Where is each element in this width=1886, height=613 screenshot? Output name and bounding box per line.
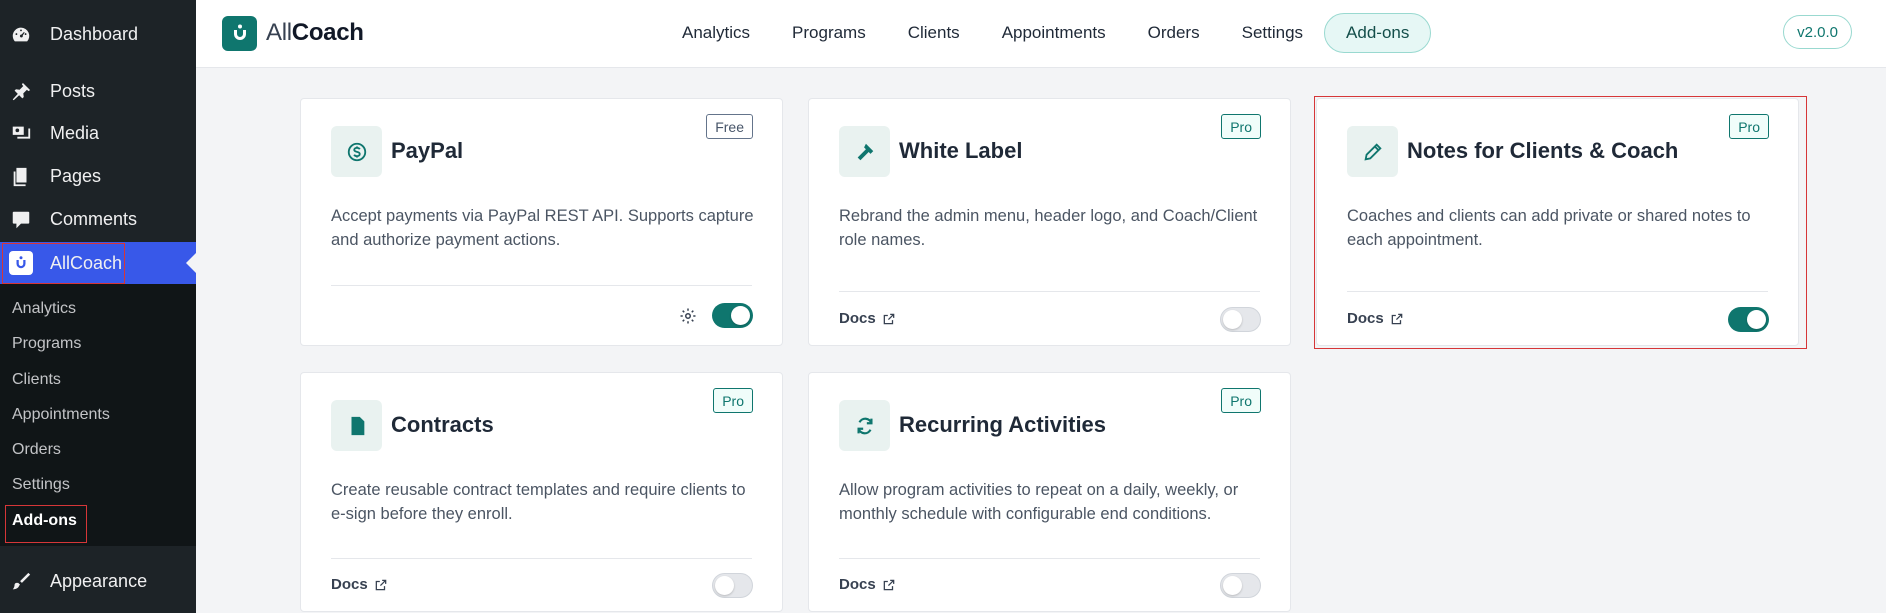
external-link-icon: [375, 579, 386, 590]
card-divider: [839, 558, 1260, 559]
brand-name: AllCoach: [266, 19, 364, 46]
highlight-box-notes-card: [1314, 96, 1807, 349]
addon-enable-toggle[interactable]: [712, 573, 753, 598]
plugin-header: AllCoach Analytics Programs Clients Appo…: [196, 0, 1886, 68]
submenu-appointments[interactable]: Appointments: [12, 406, 110, 424]
wp-menu-posts[interactable]: Posts: [0, 70, 196, 113]
version-badge: v2.0.0: [1783, 15, 1852, 49]
highlight-box-add-ons: [5, 505, 87, 543]
external-link-icon: [883, 579, 894, 590]
nav-appointments[interactable]: Appointments: [981, 13, 1127, 53]
addon-description: Create reusable contract templates and r…: [331, 481, 746, 523]
gear-icon[interactable]: [679, 307, 697, 325]
hammer-icon: [839, 126, 890, 177]
wp-menu-media[interactable]: Media: [0, 112, 196, 155]
pages-icon: [8, 164, 34, 190]
addon-card-paypal: PayPal Free Accept payments via PayPal R…: [300, 98, 783, 346]
addon-card-recurring-activities: Recurring Activities Pro Allow program a…: [808, 372, 1291, 612]
addon-enable-toggle[interactable]: [712, 303, 753, 328]
nav-settings[interactable]: Settings: [1221, 13, 1324, 53]
addon-enable-toggle[interactable]: [1220, 573, 1261, 598]
addon-tier-badge: Pro: [1221, 388, 1261, 413]
addon-title: Contracts: [391, 412, 494, 437]
wp-menu-label: Dashboard: [50, 24, 139, 44]
highlight-box-allcoach: [2, 243, 125, 284]
docs-link[interactable]: Docs: [331, 576, 388, 593]
addon-enable-toggle[interactable]: [1220, 307, 1261, 332]
nav-orders[interactable]: Orders: [1127, 13, 1221, 53]
plugin-nav: Analytics Programs Clients Appointments …: [661, 12, 1432, 54]
wp-menu-label: Comments: [50, 209, 138, 229]
allcoach-logo-icon: [222, 15, 257, 51]
wp-menu-comments[interactable]: Comments: [0, 198, 196, 241]
nav-programs[interactable]: Programs: [771, 13, 887, 53]
addon-tier-badge: Free: [706, 114, 753, 139]
docs-link[interactable]: Docs: [839, 576, 896, 593]
document-icon: [331, 400, 382, 451]
docs-link[interactable]: Docs: [839, 310, 896, 327]
addon-tier-badge: Pro: [713, 388, 753, 413]
brand-logo[interactable]: AllCoach: [222, 15, 364, 51]
nav-analytics[interactable]: Analytics: [661, 13, 771, 53]
addon-tier-badge: Pro: [1221, 114, 1261, 139]
submenu-programs[interactable]: Programs: [12, 335, 81, 353]
addon-description: Allow program activities to repeat on a …: [839, 481, 1239, 523]
pushpin-icon: [8, 79, 34, 105]
card-divider: [331, 558, 752, 559]
wp-menu-appearance[interactable]: Appearance: [0, 560, 196, 603]
external-link-icon: [883, 313, 894, 324]
wp-menu-label: Pages: [50, 166, 102, 186]
addon-title: White Label: [899, 138, 1023, 163]
addon-description: Rebrand the admin menu, header logo, and…: [839, 207, 1258, 249]
wp-menu-pages[interactable]: Pages: [0, 155, 196, 198]
card-divider: [839, 291, 1260, 292]
card-divider: [331, 285, 752, 286]
nav-add-ons[interactable]: Add-ons: [1324, 13, 1432, 53]
addon-card-contracts: Contracts Pro Create reusable contract t…: [300, 372, 783, 612]
wp-menu-label: Appearance: [50, 571, 148, 591]
submenu-clients[interactable]: Clients: [12, 371, 61, 389]
paintbrush-icon: [8, 569, 34, 595]
nav-clients[interactable]: Clients: [887, 13, 981, 53]
wp-menu-label: Media: [50, 123, 100, 143]
refresh-icon: [839, 400, 890, 451]
addon-title: PayPal: [391, 138, 464, 163]
submenu-settings[interactable]: Settings: [12, 476, 70, 494]
comment-bubble-icon: [8, 207, 34, 233]
submenu-analytics[interactable]: Analytics: [12, 300, 76, 318]
media-icon: [8, 121, 34, 147]
addon-card-white-label: White Label Pro Rebrand the admin menu, …: [808, 98, 1291, 346]
submenu-orders[interactable]: Orders: [12, 441, 61, 459]
addon-description: Accept payments via PayPal REST API. Sup…: [331, 207, 754, 249]
dollar-icon: [331, 126, 382, 177]
wp-menu-label: Posts: [50, 81, 96, 101]
addon-title: Recurring Activities: [899, 412, 1107, 437]
dashboard-icon: [8, 22, 34, 48]
wp-menu-dashboard[interactable]: Dashboard: [0, 13, 196, 56]
